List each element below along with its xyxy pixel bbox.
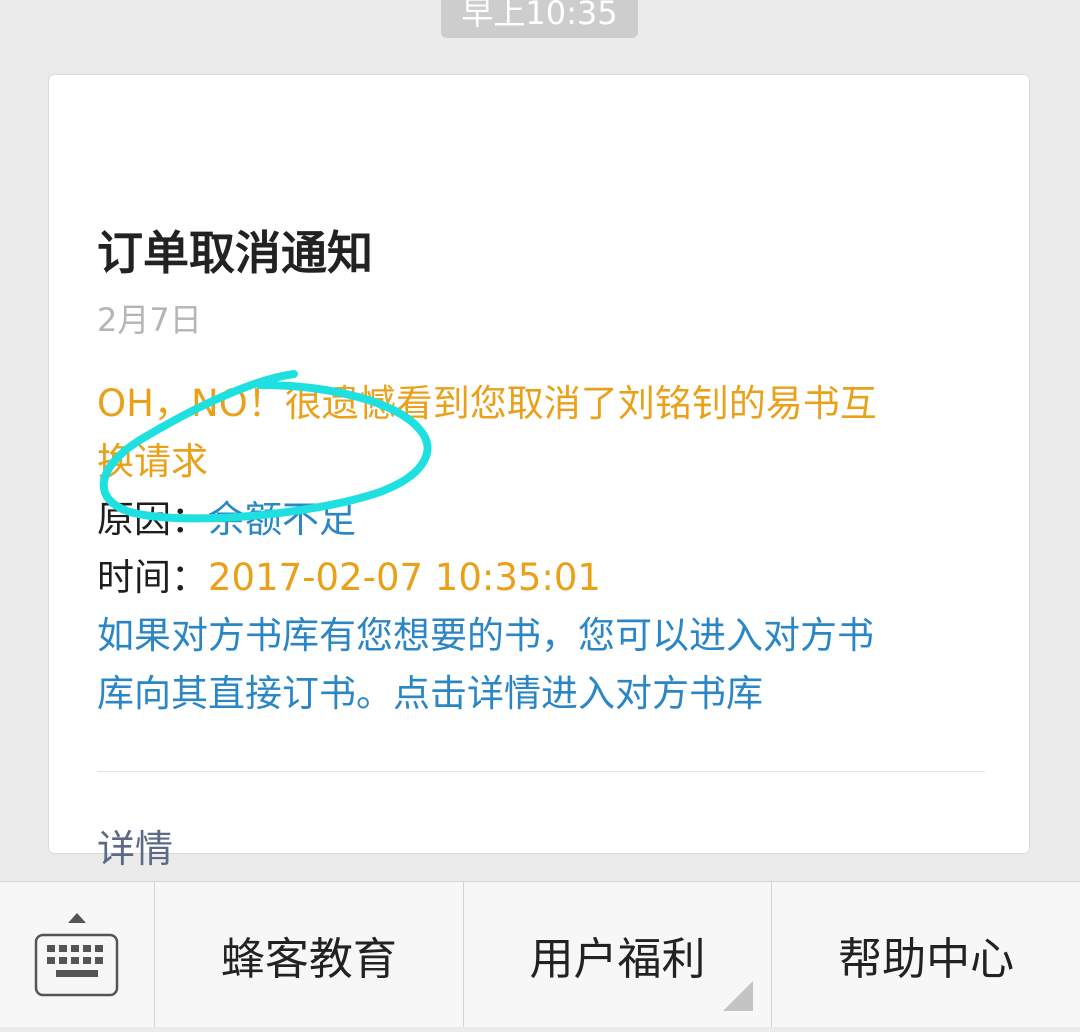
menu-item-user-benefits[interactable]: 用户福利 bbox=[464, 882, 773, 1027]
submenu-indicator-icon bbox=[723, 981, 754, 1011]
card-date: 2月7日 bbox=[97, 301, 202, 339]
notification-card[interactable]: 订单取消通知 2月7日 OH，NO！很遗憾看到您取消了刘铭钊的易书互 换请求 原… bbox=[48, 74, 1030, 871]
message-timestamp: 早上10:35 bbox=[441, 0, 638, 38]
menu-item-fengke-education[interactable]: 蜂客教育 bbox=[155, 882, 464, 1027]
keyboard-icon bbox=[34, 913, 119, 997]
card-title: 订单取消通知 bbox=[97, 226, 373, 280]
hint-line-1: 如果对方书库有您想要的书，您可以进入对方书 bbox=[97, 614, 874, 657]
time-row: 时间：2017-02-07 10:35:01 bbox=[97, 549, 977, 607]
cancel-message-line-2: 换请求 bbox=[97, 440, 208, 483]
menu-item-help-center[interactable]: 帮助中心 bbox=[772, 882, 1080, 1027]
time-label: 时间： bbox=[97, 556, 208, 599]
card-divider bbox=[97, 771, 985, 772]
card-body: OH，NO！很遗憾看到您取消了刘铭钊的易书互 换请求 原因：余额不足 时间：20… bbox=[97, 375, 977, 723]
time-value: 2017-02-07 10:35:01 bbox=[208, 556, 601, 599]
message-timestamp-text: 早上10:35 bbox=[461, 0, 618, 32]
reason-row: 原因：余额不足 bbox=[97, 491, 977, 549]
menu-item-label: 蜂客教育 bbox=[220, 933, 397, 985]
reason-label: 原因： bbox=[97, 498, 208, 541]
details-link[interactable]: 详情 bbox=[97, 821, 173, 877]
reason-value: 余额不足 bbox=[208, 498, 356, 541]
menu-item-label: 帮助中心 bbox=[838, 933, 1015, 985]
hint-line-2: 库向其直接订书。点击详情进入对方书库 bbox=[97, 672, 763, 715]
menu-item-label: 用户福利 bbox=[529, 933, 706, 985]
cancel-message-line-1: OH，NO！很遗憾看到您取消了刘铭钊的易书互 bbox=[97, 382, 877, 425]
bottom-menu-bar: 蜂客教育 用户福利 帮助中心 bbox=[0, 881, 1080, 1027]
keyboard-toggle-button[interactable] bbox=[0, 882, 155, 1027]
